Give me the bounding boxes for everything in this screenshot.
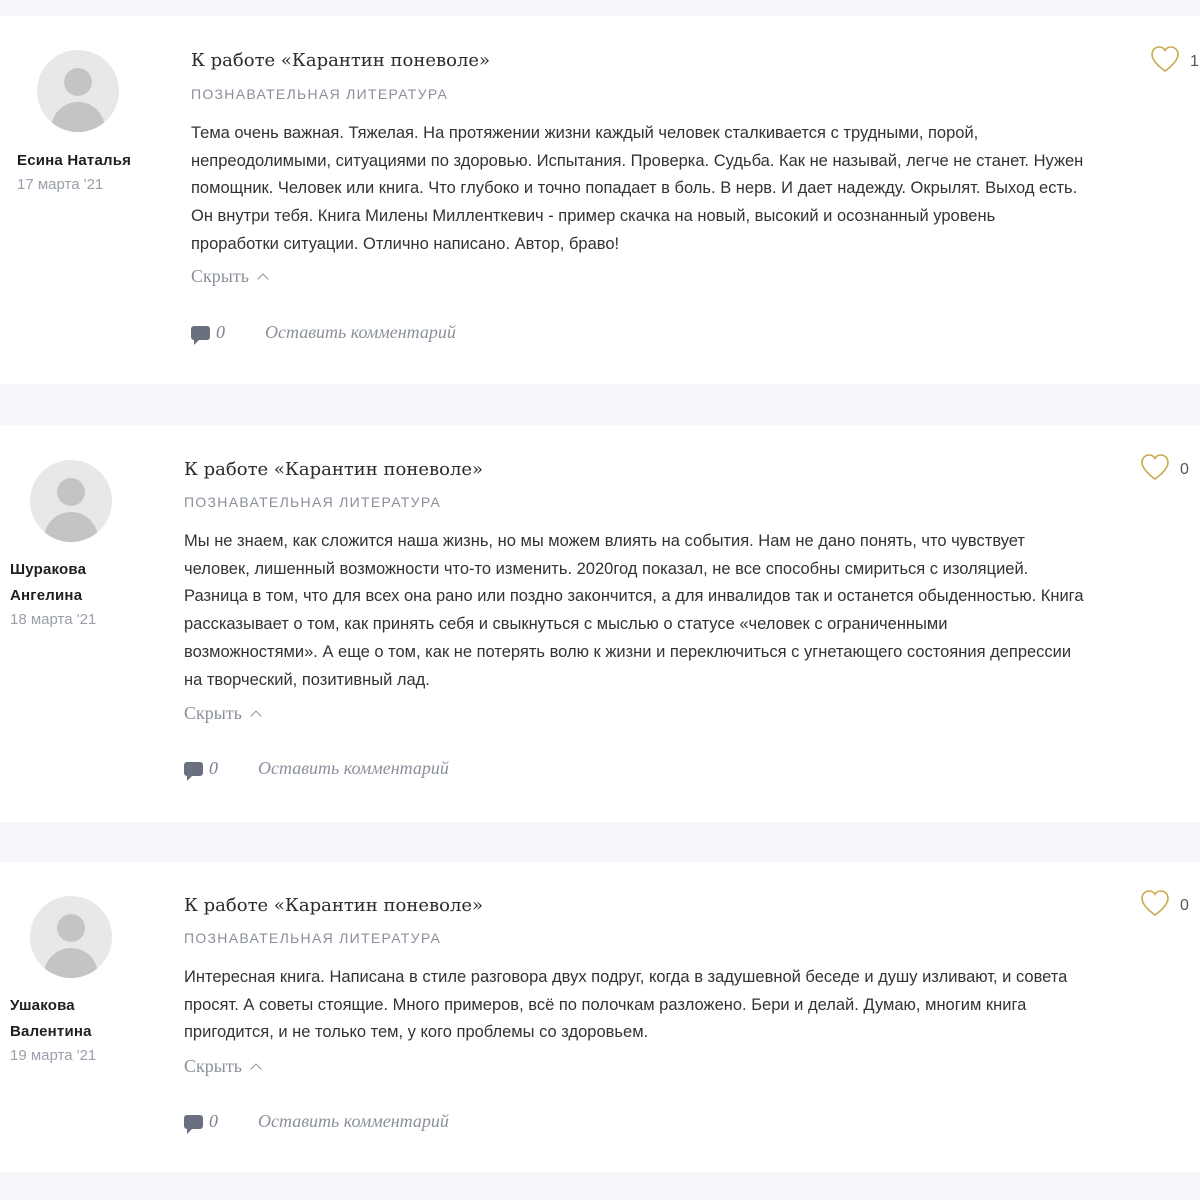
review-text-line: помощник. Человек или книга. Что глубоко… bbox=[191, 179, 1078, 198]
leave-comment-link[interactable]: Оставить комментарий bbox=[258, 758, 449, 779]
comment-bubble-icon bbox=[184, 1114, 203, 1134]
heart-icon bbox=[1140, 453, 1170, 486]
heart-icon bbox=[1140, 889, 1170, 922]
comment-bubble-icon bbox=[191, 325, 210, 345]
work-title[interactable]: К работе «Карантин поневоле» bbox=[184, 895, 483, 916]
review-text-line: рассказывает о том, как принять себя и с… bbox=[184, 615, 948, 634]
review-text: Интересная книга. Написана в стиле разго… bbox=[184, 964, 1149, 1047]
review-card: Шуракова Ангелина 18 марта '21 К работе «К… bbox=[0, 425, 1200, 822]
like-count: 0 bbox=[1180, 460, 1189, 478]
hide-button[interactable]: Скрыть bbox=[184, 1056, 262, 1077]
genre-label[interactable]: ПОЗНАВАТЕЛЬНАЯ ЛИТЕРАТУРА bbox=[184, 494, 441, 510]
user-avatar-icon[interactable] bbox=[30, 896, 112, 978]
review-text-line: Тема очень важная. Тяжелая. На протяжени… bbox=[191, 124, 979, 142]
heart-icon bbox=[1150, 45, 1180, 78]
hide-label: Скрыть bbox=[184, 703, 242, 723]
review-text-line: Мы не знаем, как сложится наша жизнь, но… bbox=[184, 532, 1025, 550]
like-button[interactable]: 0 bbox=[1140, 889, 1189, 922]
review-text-line: человек, лишенный возможности что-то изм… bbox=[184, 559, 1029, 578]
author-name[interactable]: Есина Наталья bbox=[17, 148, 167, 174]
comments-count[interactable]: 0 bbox=[191, 322, 225, 345]
author-name[interactable]: Ушакова Валентина bbox=[10, 993, 120, 1045]
review-text-line: непреодолимыми, ситуациями по здоровью. … bbox=[191, 151, 1084, 170]
work-title[interactable]: К работе «Карантин поневоле» bbox=[184, 459, 483, 480]
like-button[interactable]: 0 bbox=[1140, 453, 1189, 486]
review-text-line: пригодится, и не только тем, у кого проб… bbox=[184, 1023, 649, 1042]
author-name[interactable]: Шуракова Ангелина bbox=[10, 557, 120, 609]
user-avatar-icon[interactable] bbox=[30, 460, 112, 542]
review-text-line: на творческий, позитивный лад. bbox=[184, 670, 430, 689]
comment-count-value: 0 bbox=[216, 322, 225, 342]
review-text-line: просят. А советы стоящие. Много примеров… bbox=[184, 995, 1027, 1014]
like-button[interactable]: 1 bbox=[1150, 45, 1199, 78]
comments-count[interactable]: 0 bbox=[184, 758, 218, 781]
genre-label[interactable]: ПОЗНАВАТЕЛЬНАЯ ЛИТЕРАТУРА bbox=[191, 86, 448, 102]
review-text-line: Интересная книга. Написана в стиле разго… bbox=[184, 968, 1068, 986]
work-title[interactable]: К работе «Карантин поневоле» bbox=[191, 50, 490, 71]
genre-label[interactable]: ПОЗНАВАТЕЛЬНАЯ ЛИТЕРАТУРА bbox=[184, 930, 441, 946]
hide-button[interactable]: Скрыть bbox=[191, 266, 269, 287]
hide-button[interactable]: Скрыть bbox=[184, 703, 262, 724]
user-avatar-icon[interactable] bbox=[37, 50, 119, 132]
review-text-line: возможностями». А еще о том, как не поте… bbox=[184, 642, 1072, 661]
review-date: 19 марта '21 bbox=[10, 1047, 97, 1064]
chevron-up-icon bbox=[250, 710, 262, 722]
review-text: Тема очень важная. Тяжелая. На протяжени… bbox=[191, 120, 1156, 259]
review-text: Мы не знаем, как сложится наша жизнь, но… bbox=[184, 528, 1149, 694]
hide-label: Скрыть bbox=[191, 266, 249, 286]
hide-label: Скрыть bbox=[184, 1056, 242, 1076]
comment-count-value: 0 bbox=[209, 1111, 218, 1131]
review-text-line: Он внутри тебя. Книга Милены Милленткеви… bbox=[191, 207, 996, 226]
comments-count[interactable]: 0 bbox=[184, 1111, 218, 1134]
review-text-line: Разница в том, что для всех она рано или… bbox=[184, 587, 1084, 606]
chevron-up-icon bbox=[250, 1063, 262, 1075]
review-text-line: проработки ситуации. Отлично написано. А… bbox=[191, 234, 620, 253]
review-date: 18 марта '21 bbox=[10, 611, 97, 628]
like-count: 1 bbox=[1190, 52, 1199, 70]
review-card: Есина Наталья 17 марта '21 К работе «Каран… bbox=[0, 16, 1200, 384]
like-count: 0 bbox=[1180, 896, 1189, 914]
leave-comment-link[interactable]: Оставить комментарий bbox=[258, 1111, 449, 1132]
comment-count-value: 0 bbox=[209, 758, 218, 778]
review-card: Ушакова Валентина 19 марта '21 К работе «К… bbox=[0, 862, 1200, 1172]
comment-bubble-icon bbox=[184, 761, 203, 781]
chevron-up-icon bbox=[257, 273, 269, 285]
leave-comment-link[interactable]: Оставить комментарий bbox=[265, 322, 456, 343]
review-date: 17 марта '21 bbox=[17, 176, 104, 193]
